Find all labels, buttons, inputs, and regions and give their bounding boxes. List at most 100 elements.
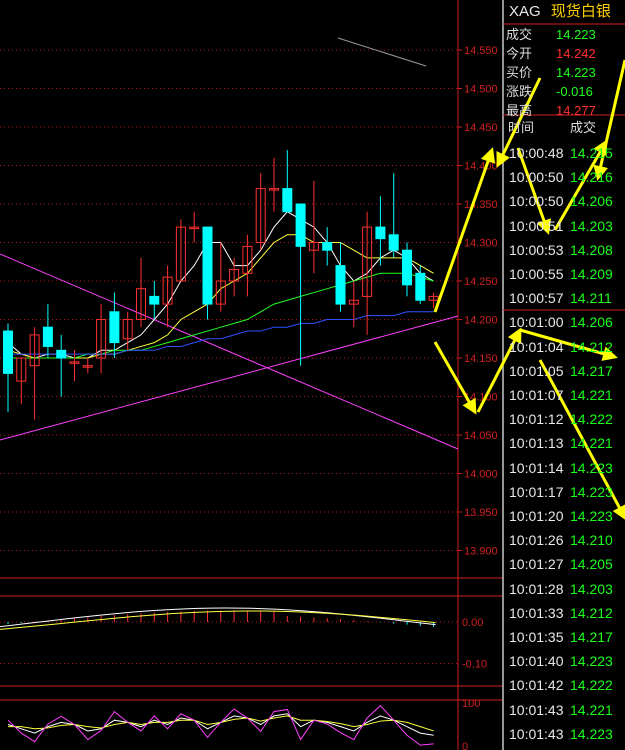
tick-price: 14.223 <box>570 653 613 670</box>
tick-time: 10:00:55 <box>509 266 564 282</box>
candle-body <box>402 249 412 286</box>
tick-time: 10:01:00 <box>509 314 564 331</box>
ticks-header-price: 成交 <box>570 120 597 135</box>
tick-row: 10:01:17 14.223 <box>508 480 625 504</box>
tick-time: 10:00:50 <box>509 193 564 210</box>
quote-value: 14.223 <box>556 65 596 80</box>
kdj-j-line <box>7 704 434 746</box>
tick-time: 10:00:51 <box>509 217 564 234</box>
tick-row: 10:01:42 14.222 <box>508 673 625 697</box>
tick-time: 10:01:17 <box>509 483 564 500</box>
tick-row: 10:00:57 14.211 <box>508 286 625 310</box>
tick-row: 10:00:53 14.208 <box>508 238 625 262</box>
symbol-code: XAG <box>509 3 541 20</box>
tick-price: 14.221 <box>570 701 613 718</box>
price-tick-label: 14.250 <box>464 276 498 288</box>
tick-price: 14.206 <box>570 193 613 210</box>
tick-price: 14.210 <box>570 532 613 549</box>
price-tick-label: 13.950 <box>464 507 498 519</box>
tick-row: 10:01:14 14.223 <box>508 456 625 480</box>
kdj-tick-label: 100 <box>462 698 480 710</box>
tick-row: 10:01:13 14.221 <box>508 431 625 455</box>
tick-time: 10:01:04 <box>509 338 564 355</box>
price-tick-label: 13.900 <box>464 546 498 558</box>
tick-row: 10:01:04 14.212 <box>508 335 625 359</box>
price-tick-label: 14.000 <box>464 469 498 481</box>
tick-time: 10:00:53 <box>509 241 564 258</box>
tick-price: 14.205 <box>570 556 613 573</box>
tick-row: 10:01:28 14.203 <box>508 577 625 601</box>
tick-price: 14.223 <box>570 725 613 742</box>
price-tick-label: 14.350 <box>464 199 498 211</box>
tick-price: 14.223 <box>570 483 613 500</box>
quote-row: 涨跌 -0.016 <box>506 82 625 101</box>
candle-body <box>388 234 399 251</box>
tick-price: 14.222 <box>570 677 613 694</box>
tick-price: 14.217 <box>570 362 613 379</box>
tick-price: 14.203 <box>570 580 613 597</box>
tick-row: 10:01:12 14.222 <box>508 407 625 431</box>
candle-body <box>375 226 386 240</box>
tick-time: 10:01:13 <box>509 435 564 452</box>
tick-time: 10:01:07 <box>509 387 564 403</box>
tick-price: 14.212 <box>570 604 613 621</box>
tick-row: 10:01:43 14.221 <box>508 698 625 722</box>
candle-body <box>322 242 333 251</box>
candle-body <box>42 326 53 347</box>
tick-time: 10:01:35 <box>509 629 564 645</box>
tick-row: 10:01:27 14.205 <box>508 552 625 576</box>
tick-time: 10:01:20 <box>509 508 564 524</box>
trendline-support <box>0 315 459 441</box>
price-tick-label: 14.050 <box>464 430 498 442</box>
quote-label: 今开 <box>506 46 533 61</box>
tick-row: 10:01:35 14.217 <box>508 625 625 649</box>
tick-price: 14.221 <box>570 435 613 452</box>
tick-row: 10:01:43 14.223 <box>508 722 625 746</box>
tick-time: 10:00:48 <box>509 145 564 161</box>
tick-time: 10:01:12 <box>509 411 564 428</box>
price-tick-label: 14.500 <box>464 84 498 96</box>
tick-price: 14.223 <box>570 508 613 524</box>
symbol-name: 现货白银 <box>550 3 611 20</box>
tick-price: 14.215 <box>570 145 613 161</box>
candle-body <box>335 265 346 305</box>
candle-body <box>56 349 67 359</box>
tick-time: 10:01:40 <box>509 653 564 670</box>
candle-body <box>3 330 13 374</box>
candle-body <box>202 226 213 305</box>
tick-time: 10:01:05 <box>509 362 564 379</box>
quote-label: 买价 <box>506 65 533 80</box>
tick-time: 10:00:57 <box>509 290 564 307</box>
tick-time: 10:01:42 <box>509 677 564 694</box>
price-tick-label: 14.150 <box>464 353 498 365</box>
tick-price: 14.206 <box>570 314 613 331</box>
tick-price: 14.208 <box>570 241 613 258</box>
price-tick-label: 14.450 <box>464 122 498 134</box>
candle-body <box>415 272 426 301</box>
tick-time: 10:01:43 <box>509 725 564 742</box>
tick-price: 14.211 <box>570 290 612 307</box>
tick-price: 14.203 <box>570 217 613 234</box>
ticks-header: 时间 成交 <box>506 117 625 139</box>
tick-time: 10:01:27 <box>509 556 564 573</box>
trendline-grey <box>337 37 427 67</box>
tick-row: 10:00:48 14.215 <box>508 141 625 165</box>
symbol-title: XAG 现货白银 <box>505 0 625 24</box>
quote-row: 买价 14.223 <box>506 63 625 82</box>
tick-price: 14.223 <box>570 459 613 476</box>
tick-row: 10:01:33 14.212 <box>508 601 625 625</box>
tick-row: 10:01:00 14.206 <box>508 310 625 334</box>
quote-row: 成交 14.223 <box>506 25 625 44</box>
macd-dea-line <box>0 610 436 630</box>
quote-label: 成交 <box>506 27 533 42</box>
tick-row: 10:01:07 14.221 <box>508 383 625 407</box>
tick-row: 10:01:26 14.210 <box>508 528 625 552</box>
price-tick-label: 14.550 <box>464 45 498 57</box>
tick-price: 14.212 <box>570 338 613 355</box>
tick-row: 10:00:55 14.209 <box>508 262 625 286</box>
kdj-tick-label: 0 <box>462 741 468 750</box>
quote-value: 14.242 <box>556 46 596 61</box>
tick-time: 10:01:28 <box>509 580 564 597</box>
tick-price: 14.209 <box>570 266 613 282</box>
price-tick-label: 14.300 <box>464 238 498 250</box>
